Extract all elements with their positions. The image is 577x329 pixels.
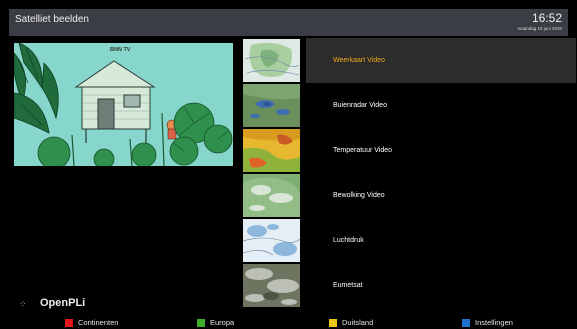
red-key-icon [65,319,73,327]
logo-text: OpenPLi [40,297,86,309]
menu-item-label: Temperatuur Video [333,147,393,154]
channel-tag: BNN TV [110,47,131,53]
menu-item-label: Bewolking Video [333,192,385,199]
air-pressure-thumbnail [243,219,300,262]
green-key-icon [197,319,205,327]
menu-item-label: Luchtdruk [333,237,364,244]
cartoon-scene-image [14,43,233,166]
menu-item-buienradar-video[interactable]: Buienradar Video [306,83,576,128]
color-key-bar: Continenten Europa Duitsland Instellinge… [0,316,577,329]
weather-map-thumbnail [243,39,300,82]
green-key-label: Europa [210,318,235,327]
menu-item-luchtdruk[interactable]: Luchtdruk [306,218,576,263]
logo-icon: ⁘ [19,299,27,309]
menu-item-bewolking-video[interactable]: Bewolking Video [306,173,576,218]
menu-item-label: Weerkaart Video [333,57,385,64]
date: maandag 15 juni 2020 [517,26,562,31]
page-title: Satelliet beelden [15,14,89,25]
blue-key-label: Instellingen [475,318,513,327]
menu-item-temperatuur-video[interactable]: Temperatuur Video [306,128,576,173]
clock: 16:52 [531,11,562,25]
menu-item-label: Buienradar Video [333,102,387,109]
temperature-thumbnail [243,129,300,172]
clouds-thumbnail [243,174,300,217]
title-bar: Satelliet beelden 16:52 maandag 15 juni … [9,9,568,36]
tv-preview: BNN TV [14,43,233,166]
blue-key-icon [462,319,470,327]
satellite-menu-list: Weerkaart Video Buienradar Video Tempera… [306,37,576,311]
menu-item-eumetsat[interactable]: Eumetsat [306,263,576,308]
red-key-label: Continenten [78,318,119,327]
thumbnail-column [243,37,300,311]
yellow-key-label: Duitsland [342,318,374,327]
menu-item-label: Eumetsat [333,282,363,289]
menu-item-weerkaart-video[interactable]: Weerkaart Video [306,38,576,83]
yellow-key-icon [329,319,337,327]
satellite-thumbnail [243,264,300,307]
rain-radar-thumbnail [243,84,300,127]
